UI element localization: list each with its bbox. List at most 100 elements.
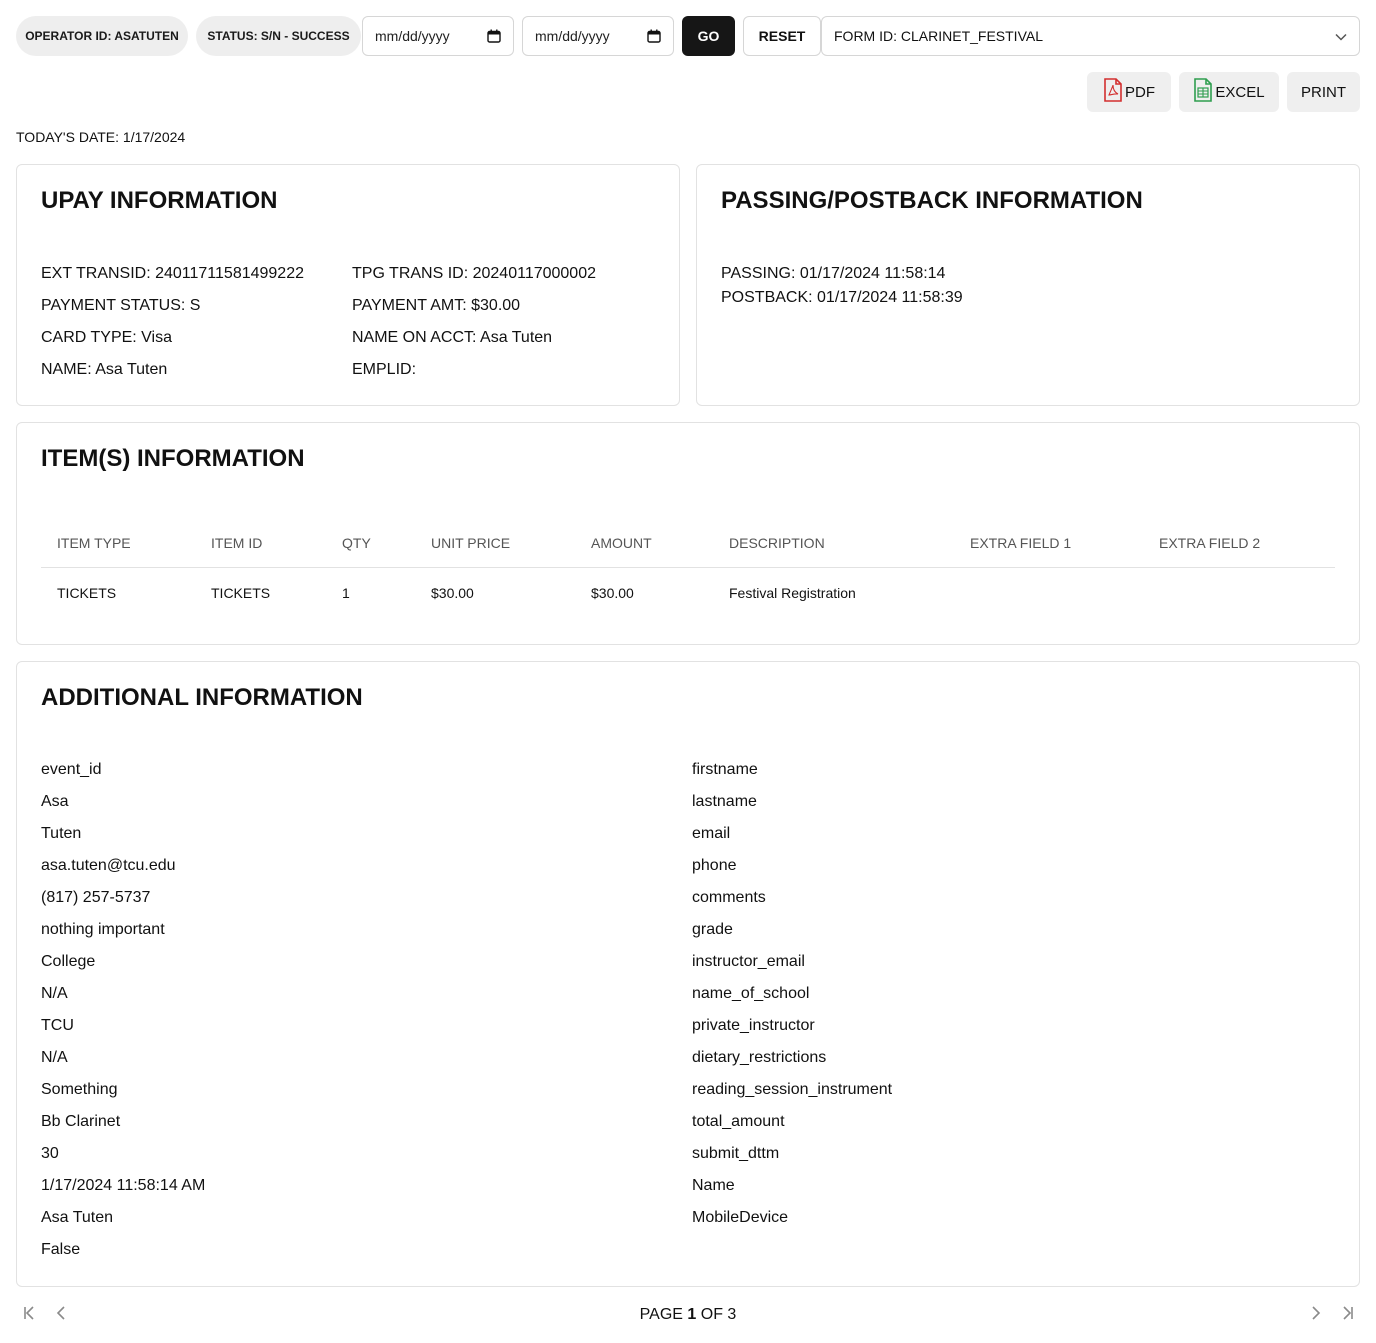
- calendar-icon[interactable]: [487, 29, 501, 43]
- next-page-button[interactable]: [1306, 1305, 1326, 1325]
- item-id-cell: TICKETS: [211, 585, 271, 602]
- pdf-label: PDF: [1125, 83, 1155, 101]
- excel-label: EXCEL: [1215, 83, 1265, 101]
- items-section-title: ITEM(S) INFORMATION: [41, 445, 305, 472]
- pagination: PAGE 1 OF 3: [16, 1299, 1360, 1331]
- name-on-account: NAME ON ACCT: Asa Tuten: [352, 329, 553, 346]
- additional-information-card: ADDITIONAL INFORMATION event_id Asa Tute…: [16, 661, 1360, 1287]
- page-prefix: PAGE: [639, 1306, 683, 1323]
- list-item: name_of_school: [692, 985, 810, 1002]
- list-item: phone: [692, 857, 737, 874]
- extra-field-2-cell: [1143, 567, 1335, 619]
- column-header: UNIT PRICE: [415, 519, 575, 568]
- list-item: TCU: [41, 1017, 74, 1034]
- page-indicator: PAGE 1 OF 3: [16, 1306, 1360, 1324]
- pdf-file-icon: [1103, 78, 1123, 106]
- passing-postback-card: PASSING/POSTBACK INFORMATION PASSING: 01…: [696, 164, 1360, 406]
- chevron-down-icon: [1335, 28, 1347, 44]
- list-item: 30: [41, 1145, 59, 1162]
- passing-section-title: PASSING/POSTBACK INFORMATION: [721, 187, 1143, 214]
- list-item: grade: [692, 921, 733, 938]
- date-to-placeholder: mm/dd/yyyy: [535, 28, 610, 44]
- list-item: Tuten: [41, 825, 82, 842]
- current-page: 1: [687, 1306, 697, 1323]
- todays-date: TODAY'S DATE: 1/17/2024: [16, 129, 186, 145]
- additional-section-title: ADDITIONAL INFORMATION: [41, 684, 363, 711]
- pdf-export-button[interactable]: PDF: [1087, 72, 1171, 112]
- list-item: event_id: [41, 761, 102, 778]
- list-item: (817) 257-5737: [41, 889, 151, 906]
- column-header: AMOUNT: [575, 519, 713, 568]
- page-of: OF: [700, 1306, 723, 1323]
- list-item: lastname: [692, 793, 757, 810]
- list-item: asa.tuten@tcu.edu: [41, 857, 176, 874]
- list-item: nothing important: [41, 921, 165, 938]
- list-item: Bb Clarinet: [41, 1113, 121, 1130]
- form-id-value: FORM ID: CLARINET_FESTIVAL: [834, 28, 1043, 44]
- list-item: instructor_email: [692, 953, 805, 970]
- reset-button[interactable]: RESET: [743, 16, 821, 56]
- list-item: Name: [692, 1177, 735, 1194]
- unit-price-cell: $30.00: [431, 585, 474, 602]
- excel-export-button[interactable]: EXCEL: [1179, 72, 1279, 112]
- list-item: N/A: [41, 985, 68, 1002]
- chevron-right-icon: [1311, 1305, 1321, 1326]
- qty-cell: 1: [342, 585, 350, 602]
- amount-cell: $30.00: [591, 585, 634, 602]
- card-type: CARD TYPE: Visa: [41, 329, 173, 346]
- list-item: College: [41, 953, 96, 970]
- operator-id-badge: OPERATOR ID: ASATUTEN: [16, 16, 188, 56]
- date-from-placeholder: mm/dd/yyyy: [375, 28, 450, 44]
- column-header: ITEM TYPE: [41, 519, 195, 568]
- payment-amount: PAYMENT AMT: $30.00: [352, 297, 521, 314]
- print-button[interactable]: PRINT: [1287, 72, 1360, 112]
- upay-section-title: UPAY INFORMATION: [41, 187, 278, 214]
- list-item: Asa: [41, 793, 69, 810]
- column-header: DESCRIPTION: [713, 519, 954, 568]
- column-header: QTY: [326, 519, 415, 568]
- items-table: ITEM TYPE ITEM ID QTY UNIT PRICE AMOUNT …: [41, 519, 1335, 619]
- list-item: 1/17/2024 11:58:14 AM: [41, 1177, 206, 1194]
- list-item: MobileDevice: [692, 1209, 789, 1226]
- chevron-last-icon: [1341, 1305, 1355, 1326]
- date-to-input[interactable]: mm/dd/yyyy: [522, 16, 674, 56]
- list-item: Something: [41, 1081, 118, 1098]
- list-item: dietary_restrictions: [692, 1049, 827, 1066]
- item-type-cell: TICKETS: [57, 585, 117, 602]
- table-header-row: ITEM TYPE ITEM ID QTY UNIT PRICE AMOUNT …: [41, 519, 1335, 568]
- column-header: EXTRA FIELD 1: [954, 519, 1143, 568]
- go-button[interactable]: GO: [682, 16, 735, 56]
- export-actions: PDF EXCEL PRINT: [1087, 72, 1360, 112]
- list-item: comments: [692, 889, 766, 906]
- date-from-input[interactable]: mm/dd/yyyy: [362, 16, 514, 56]
- items-information-card: ITEM(S) INFORMATION ITEM TYPE ITEM ID QT…: [16, 422, 1360, 645]
- list-item: email: [692, 825, 731, 842]
- list-item: total_amount: [692, 1113, 785, 1130]
- form-id-select[interactable]: FORM ID: CLARINET_FESTIVAL: [821, 16, 1360, 56]
- upay-information-card: UPAY INFORMATION EXT TRANSID: 2401171158…: [16, 164, 680, 406]
- list-item: private_instructor: [692, 1017, 815, 1034]
- list-item: reading_session_instrument: [692, 1081, 893, 1098]
- list-item: False: [41, 1241, 81, 1258]
- filter-toolbar: OPERATOR ID: ASATUTEN STATUS: S/N - SUCC…: [16, 16, 1360, 56]
- tpg-trans-id: TPG TRANS ID: 20240117000002: [352, 265, 596, 282]
- extra-field-1-cell: [954, 567, 1143, 619]
- payment-status: PAYMENT STATUS: S: [41, 297, 201, 314]
- passing-timestamp: PASSING: 01/17/2024 11:58:14: [721, 265, 946, 282]
- list-item: firstname: [692, 761, 758, 778]
- last-page-button[interactable]: [1338, 1305, 1358, 1325]
- column-header: ITEM ID: [195, 519, 326, 568]
- table-row: TICKETS TICKETS 1 $30.00 $30.00 Festival…: [41, 567, 1335, 619]
- column-header: EXTRA FIELD 2: [1143, 519, 1335, 568]
- list-item: submit_dttm: [692, 1145, 780, 1162]
- postback-timestamp: POSTBACK: 01/17/2024 11:58:39: [721, 289, 963, 306]
- calendar-icon[interactable]: [647, 29, 661, 43]
- list-item: Asa Tuten: [41, 1209, 114, 1226]
- ext-transid: EXT TRANSID: 24011711581499222: [41, 265, 304, 282]
- list-item: N/A: [41, 1049, 68, 1066]
- emplid: EMPLID:: [352, 361, 417, 378]
- total-pages: 3: [727, 1306, 737, 1323]
- payer-name: NAME: Asa Tuten: [41, 361, 168, 378]
- description-cell: Festival Registration: [729, 585, 856, 602]
- status-badge: STATUS: S/N - SUCCESS: [196, 16, 361, 56]
